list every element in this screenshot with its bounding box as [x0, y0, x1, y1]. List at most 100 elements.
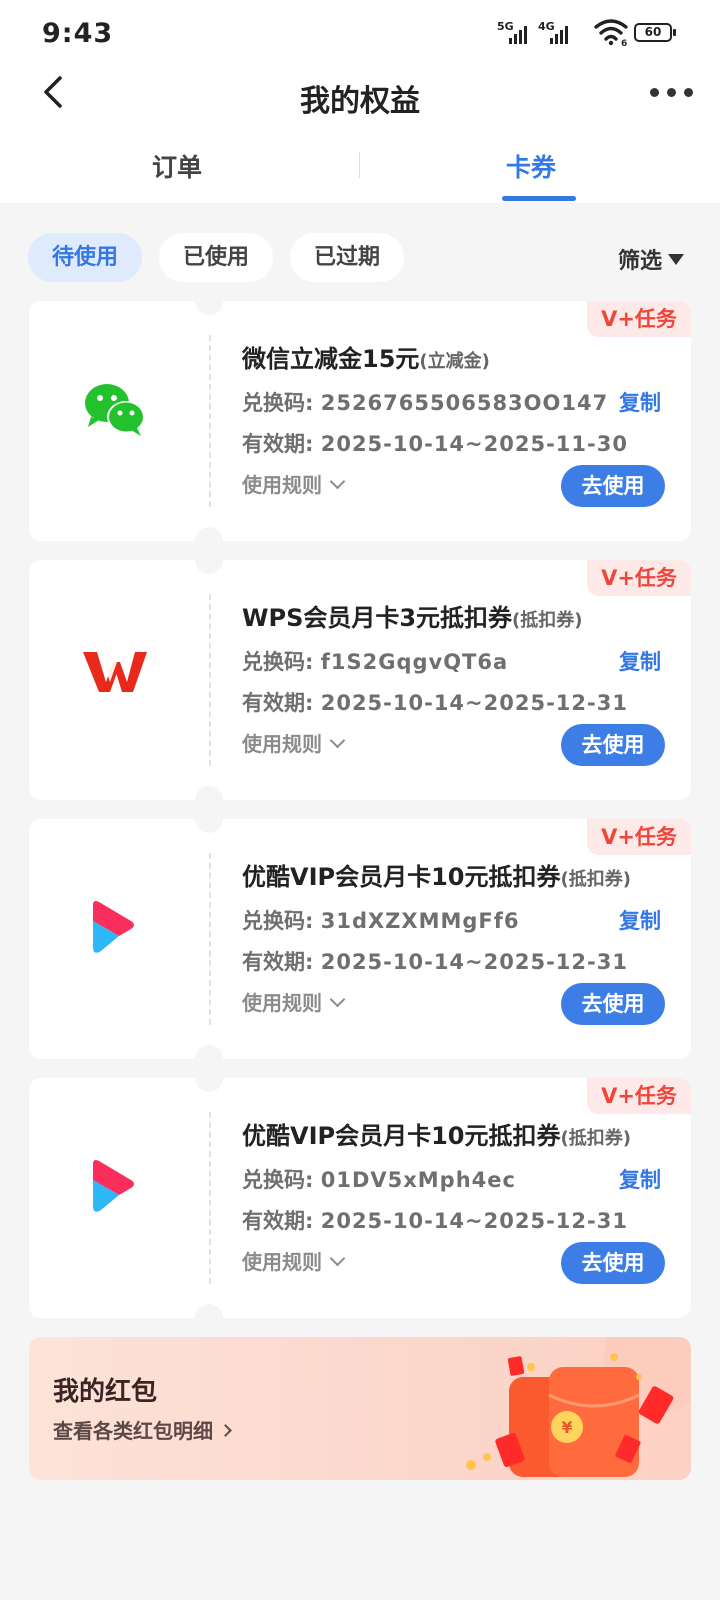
- coupon-title-text: 优酷VIP会员月卡10元抵扣券: [242, 1122, 561, 1150]
- battery-level: 60: [644, 25, 662, 39]
- copy-button[interactable]: 复制: [619, 905, 661, 935]
- code-value: 2526765506583OO147: [320, 391, 609, 415]
- code-label: 兑换码:: [242, 1168, 314, 1192]
- validity-row: 有效期: 2025-10-14~2025-12-31: [242, 1205, 628, 1235]
- coupon-type: (抵扣券): [512, 610, 583, 631]
- rules-label: 使用规则: [242, 732, 322, 756]
- rules-toggle[interactable]: 使用规则: [242, 987, 346, 1016]
- chevron-down-icon: [329, 732, 346, 749]
- coupon-type: (立减金): [419, 351, 490, 372]
- validity-value: 2025-10-14~2025-12-31: [320, 691, 628, 715]
- svg-text:¥: ¥: [561, 1418, 572, 1437]
- nav-bar: 我的权益: [0, 66, 720, 122]
- red-packet-illustration-icon: ¥: [466, 1337, 691, 1477]
- divider: [209, 335, 211, 507]
- coupon-type: (抵扣券): [560, 1128, 631, 1149]
- task-tag: V+任务: [587, 1078, 691, 1114]
- tab-active-indicator: [502, 196, 576, 201]
- chip-expired[interactable]: 已过期: [290, 233, 404, 282]
- code-value: 31dXZXMMgFf6: [320, 909, 520, 933]
- use-button[interactable]: 去使用: [561, 983, 665, 1025]
- divider: [209, 1112, 211, 1284]
- red-packet-banner[interactable]: 我的红包 查看各类红包明细 ¥: [29, 1337, 691, 1480]
- chip-used[interactable]: 已使用: [159, 233, 273, 282]
- youku-icon: [93, 1160, 134, 1212]
- tab-orders[interactable]: 订单: [152, 148, 202, 184]
- caret-down-icon: [668, 254, 685, 265]
- code-label: 兑换码:: [242, 391, 314, 415]
- code-row: 兑换码: 31dXZXMMgFf6: [242, 905, 520, 935]
- divider: [209, 594, 211, 766]
- divider: [209, 853, 211, 1025]
- validity-value: 2025-10-14~2025-11-30: [320, 432, 628, 456]
- battery-icon: 60: [634, 23, 676, 42]
- validity-value: 2025-10-14~2025-12-31: [320, 1209, 628, 1233]
- validity-row: 有效期: 2025-10-14~2025-11-30: [242, 428, 628, 458]
- task-tag: V+任务: [587, 819, 691, 855]
- task-tag: V+任务: [587, 301, 691, 337]
- validity-label: 有效期:: [242, 1209, 314, 1233]
- wifi-sub-label: 6: [621, 39, 627, 46]
- wifi-icon: 6: [594, 19, 628, 46]
- use-button[interactable]: 去使用: [561, 465, 665, 507]
- coupon-card: V+任务 优酷VIP会员月卡10元抵扣券(抵扣券) 兑换码: 01DV5xMph…: [29, 1078, 691, 1318]
- tab-divider: [359, 152, 360, 178]
- validity-row: 有效期: 2025-10-14~2025-12-31: [242, 946, 628, 976]
- chip-unused[interactable]: 待使用: [28, 233, 142, 282]
- coupon-title: 优酷VIP会员月卡10元抵扣券(抵扣券): [242, 1116, 631, 1151]
- filter-label: 筛选: [618, 249, 663, 274]
- tab-coupons[interactable]: 卡券: [506, 148, 556, 184]
- chevron-down-icon: [329, 473, 346, 490]
- chevron-right-icon: [219, 1424, 232, 1437]
- tab-bar: 订单 卡券: [0, 140, 720, 203]
- code-row: 兑换码: 2526765506583OO147: [242, 387, 608, 417]
- red-packet-subtitle: 查看各类红包明细: [53, 1419, 213, 1443]
- coupon-card: V+任务 微信立减金15元(立减金) 兑换码: 2526765506583OO1…: [29, 301, 691, 541]
- coupon-card: V+任务 优酷VIP会员月卡10元抵扣券(抵扣券) 兑换码: 31dXZXMMg…: [29, 819, 691, 1059]
- chevron-down-icon: [329, 991, 346, 1008]
- copy-button[interactable]: 复制: [619, 387, 661, 417]
- copy-button[interactable]: 复制: [619, 646, 661, 676]
- use-button[interactable]: 去使用: [561, 1242, 665, 1284]
- code-label: 兑换码:: [242, 909, 314, 933]
- coupon-title: 微信立减金15元(立减金): [242, 339, 490, 374]
- chevron-down-icon: [329, 1250, 346, 1267]
- coupon-title-text: 微信立减金15元: [242, 345, 420, 373]
- rules-toggle[interactable]: 使用规则: [242, 1246, 346, 1275]
- code-row: 兑换码: f1S2GqgvQT6a: [242, 646, 508, 676]
- rules-toggle[interactable]: 使用规则: [242, 469, 346, 498]
- rules-label: 使用规则: [242, 1250, 322, 1274]
- signal-bars: [550, 26, 570, 44]
- code-value: 01DV5xMph4ec: [320, 1168, 516, 1192]
- signal-4g-icon: 4G: [538, 20, 578, 46]
- validity-label: 有效期:: [242, 691, 314, 715]
- coupon-title-text: 优酷VIP会员月卡10元抵扣券: [242, 863, 561, 891]
- rules-label: 使用规则: [242, 473, 322, 497]
- signal-5g-icon: 5G: [497, 20, 533, 46]
- status-bar: 9:43 5G 4G 6 60: [0, 0, 720, 66]
- filter-button[interactable]: 筛选: [618, 243, 685, 275]
- more-options-icon[interactable]: [650, 78, 694, 104]
- wps-icon: [83, 652, 147, 692]
- code-row: 兑换码: 01DV5xMph4ec: [242, 1164, 516, 1194]
- validity-label: 有效期:: [242, 432, 314, 456]
- copy-button[interactable]: 复制: [619, 1164, 661, 1194]
- code-value: f1S2GqgvQT6a: [320, 650, 509, 674]
- rules-label: 使用规则: [242, 991, 322, 1015]
- rules-toggle[interactable]: 使用规则: [242, 728, 346, 757]
- red-packet-link[interactable]: 查看各类红包明细: [53, 1415, 232, 1444]
- coupon-title: WPS会员月卡3元抵扣券(抵扣券): [242, 598, 583, 633]
- youku-icon: [93, 901, 134, 953]
- use-button[interactable]: 去使用: [561, 724, 665, 766]
- wechat-icon: [85, 384, 145, 436]
- coupon-type: (抵扣券): [560, 869, 631, 890]
- coupon-title-text: WPS会员月卡3元抵扣券: [242, 604, 513, 632]
- status-time: 9:43: [42, 18, 114, 49]
- page-title: 我的权益: [300, 84, 420, 119]
- coupon-card: V+任务 WPS会员月卡3元抵扣券(抵扣券) 兑换码: f1S2GqgvQT6a…: [29, 560, 691, 800]
- validity-row: 有效期: 2025-10-14~2025-12-31: [242, 687, 628, 717]
- validity-label: 有效期:: [242, 950, 314, 974]
- validity-value: 2025-10-14~2025-12-31: [320, 950, 628, 974]
- code-label: 兑换码:: [242, 650, 314, 674]
- red-packet-title: 我的红包: [53, 1377, 158, 1407]
